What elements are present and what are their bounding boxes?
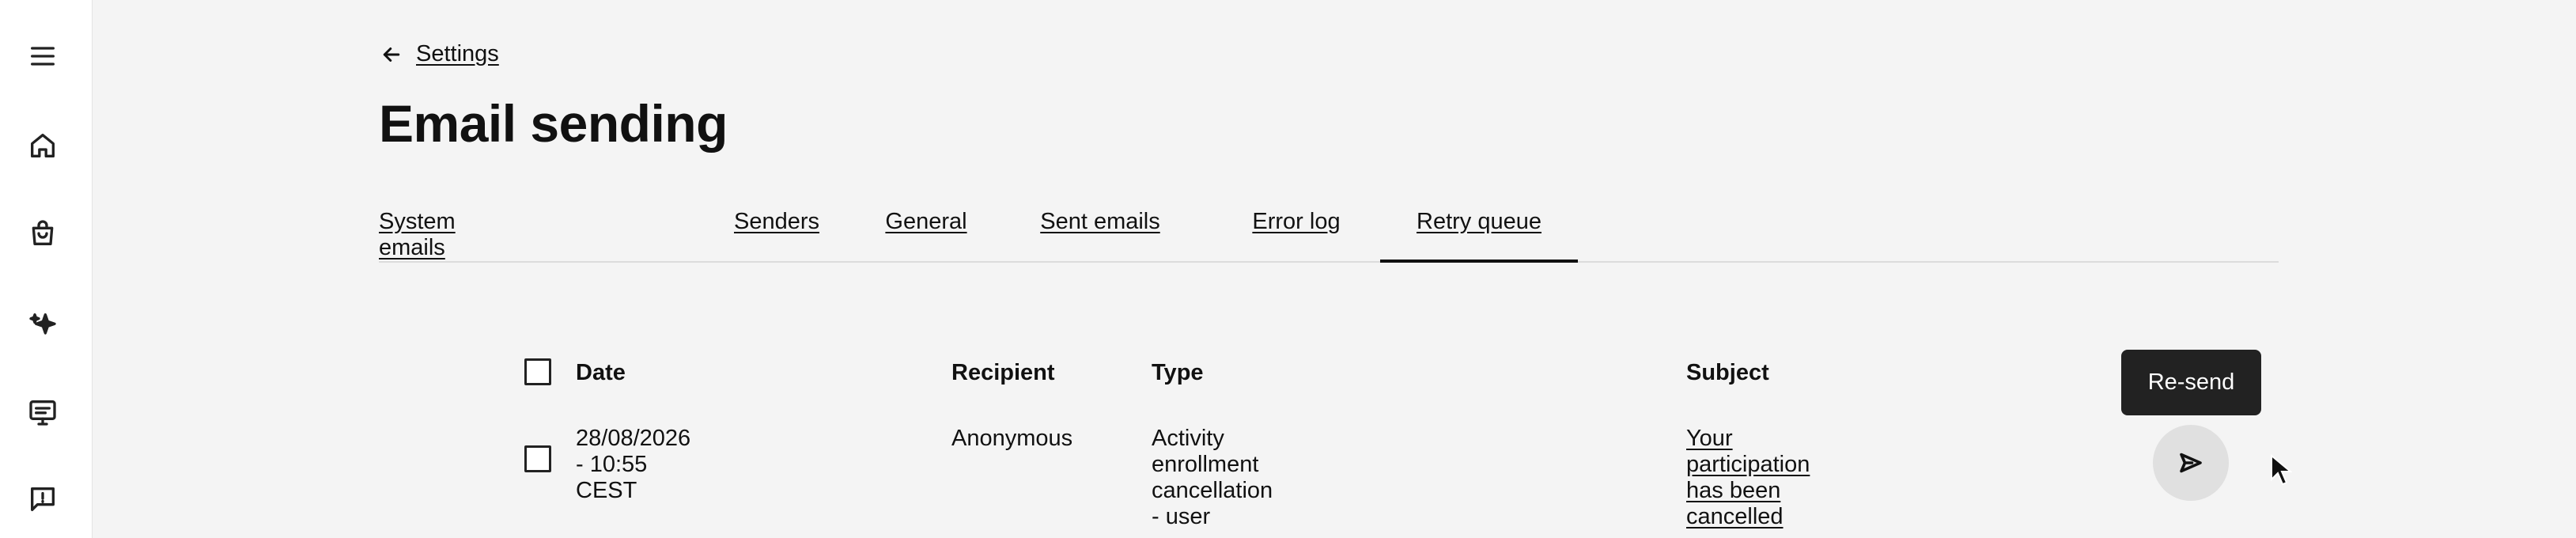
display-list-icon[interactable] xyxy=(24,393,62,431)
sidebar xyxy=(0,0,93,538)
breadcrumb: Settings xyxy=(380,41,499,67)
breadcrumb-settings-link[interactable]: Settings xyxy=(416,41,499,67)
sparkles-icon[interactable] xyxy=(24,306,62,344)
tab-sent-emails[interactable]: Sent emails xyxy=(1040,190,1160,263)
page-title: Email sending xyxy=(379,94,728,153)
tab-system-emails[interactable]: System emails xyxy=(379,190,519,263)
menu-icon[interactable] xyxy=(24,37,62,75)
row-subject-link[interactable]: Your participation has been cancelled xyxy=(1686,426,1810,530)
row-checkbox[interactable] xyxy=(524,445,551,472)
resend-tooltip: Re-send xyxy=(2121,350,2261,415)
tab-retry-queue[interactable]: Retry queue xyxy=(1380,190,1578,263)
tab-senders[interactable]: Senders xyxy=(733,190,820,263)
arrow-left-icon[interactable] xyxy=(380,43,403,66)
feedback-icon[interactable] xyxy=(24,480,62,518)
column-header-recipient[interactable]: Recipient xyxy=(951,360,1055,386)
row-date: 28/08/2026 - 10:55 CEST xyxy=(576,426,691,503)
tab-general[interactable]: General xyxy=(885,190,967,263)
mouse-cursor-icon xyxy=(2271,454,2292,486)
column-header-subject[interactable]: Subject xyxy=(1686,360,1769,386)
tab-bar: System emails Senders General Sent email… xyxy=(379,190,2279,263)
send-icon xyxy=(2180,453,2202,473)
row-type: Activity enrollment cancellation - user xyxy=(1152,426,1273,529)
column-header-date[interactable]: Date xyxy=(576,360,626,386)
tab-error-log[interactable]: Error log xyxy=(1249,190,1344,263)
resend-button[interactable] xyxy=(2153,425,2229,501)
select-all-checkbox[interactable] xyxy=(524,358,551,385)
row-recipient: Anonymous xyxy=(951,426,1073,451)
home-icon[interactable] xyxy=(24,127,62,165)
column-header-type[interactable]: Type xyxy=(1152,360,1204,386)
shopping-bag-icon[interactable] xyxy=(24,214,62,252)
